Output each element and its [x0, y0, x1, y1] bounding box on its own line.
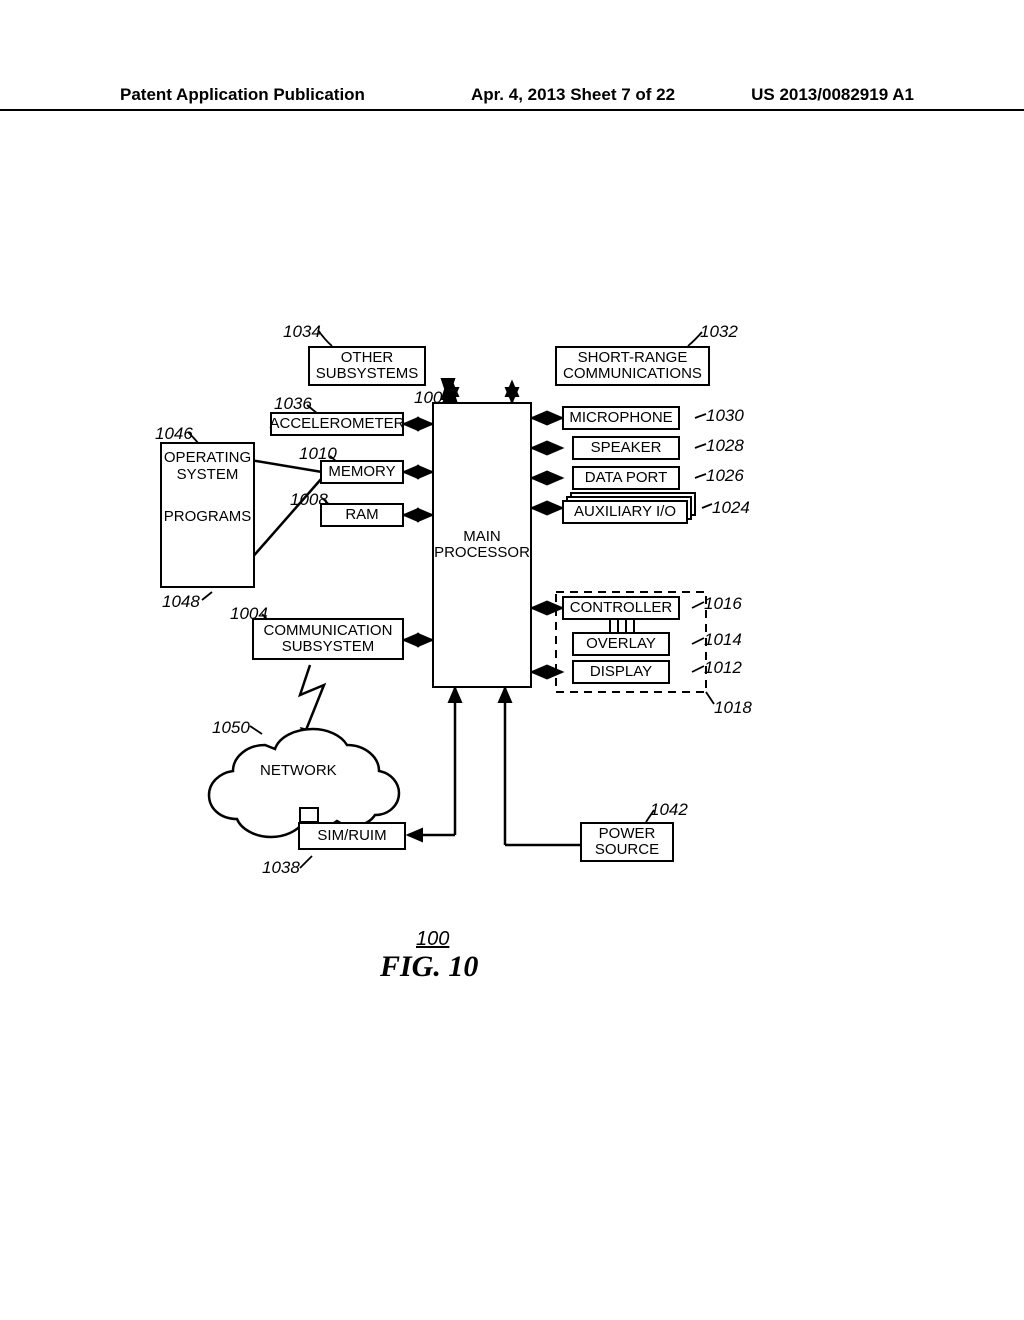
ref-1050: 1050 [212, 718, 250, 738]
ref-1046: 1046 [155, 424, 193, 444]
block-speaker: SPEAKER [572, 436, 680, 460]
block-other-subsystems: OTHER SUBSYSTEMS [308, 346, 426, 386]
label-data-port: DATA PORT [585, 470, 668, 487]
label-memory: MEMORY [328, 464, 395, 481]
label-microphone: MICROPHONE [569, 410, 672, 427]
ref-1012: 1012 [704, 658, 742, 678]
label-overlay: OVERLAY [586, 636, 656, 653]
block-os-programs: OPERATING SYSTEM PROGRAMS [160, 442, 255, 588]
label-programs: PROGRAMS [164, 509, 252, 526]
label-display: DISPLAY [590, 664, 652, 681]
ref-1026: 1026 [706, 466, 744, 486]
ref-1048: 1048 [162, 592, 200, 612]
ref-1024: 1024 [712, 498, 750, 518]
ref-1018: 1018 [714, 698, 752, 718]
ref-1032: 1032 [700, 322, 738, 342]
label-comm-subsystem: COMMUNICATION SUBSYSTEM [264, 623, 393, 656]
block-controller: CONTROLLER [562, 596, 680, 620]
block-accelerometer: ACCELEROMETER [270, 412, 404, 436]
label-sim: SIM/RUIM [317, 828, 386, 845]
block-sim-ruim: SIM/RUIM [298, 822, 406, 850]
block-data-port: DATA PORT [572, 466, 680, 490]
figure-caption: FIG. 10 [380, 950, 478, 984]
figure-number: 100 [416, 928, 449, 951]
label-short-range: SHORT-RANGE COMMUNICATIONS [563, 350, 702, 383]
block-main-processor: MAIN PROCESSOR [432, 402, 532, 688]
ref-1028: 1028 [706, 436, 744, 456]
block-aux-io: AUXILIARY I/O [562, 500, 688, 524]
label-power-source: POWER SOURCE [595, 826, 659, 859]
label-operating-system: OPERATING SYSTEM [164, 450, 251, 483]
ref-1034: 1034 [283, 322, 321, 342]
ref-1004: 1004 [230, 604, 268, 624]
ref-1030: 1030 [706, 406, 744, 426]
block-ram: RAM [320, 503, 404, 527]
ref-1008: 1008 [290, 490, 328, 510]
label-speaker: SPEAKER [591, 440, 662, 457]
ref-1036: 1036 [274, 394, 312, 414]
label-network: NETWORK [260, 762, 337, 779]
block-comm-subsystem: COMMUNICATION SUBSYSTEM [252, 618, 404, 660]
ref-1002: 1002 [414, 388, 452, 408]
block-power-source: POWER SOURCE [580, 822, 674, 862]
label-aux-io: AUXILIARY I/O [574, 504, 676, 521]
ref-1010: 1010 [299, 444, 337, 464]
block-overlay: OVERLAY [572, 632, 670, 656]
label-ram: RAM [345, 507, 378, 524]
label-main-processor: MAIN PROCESSOR [434, 529, 530, 562]
block-short-range: SHORT-RANGE COMMUNICATIONS [555, 346, 710, 386]
ref-1042: 1042 [650, 800, 688, 820]
block-microphone: MICROPHONE [562, 406, 680, 430]
ref-1038: 1038 [262, 858, 300, 878]
label-other-subsystems: OTHER SUBSYSTEMS [316, 350, 419, 383]
label-accelerometer: ACCELEROMETER [269, 416, 404, 433]
block-display: DISPLAY [572, 660, 670, 684]
ref-1014: 1014 [704, 630, 742, 650]
label-controller: CONTROLLER [570, 600, 673, 617]
ref-1016: 1016 [704, 594, 742, 614]
